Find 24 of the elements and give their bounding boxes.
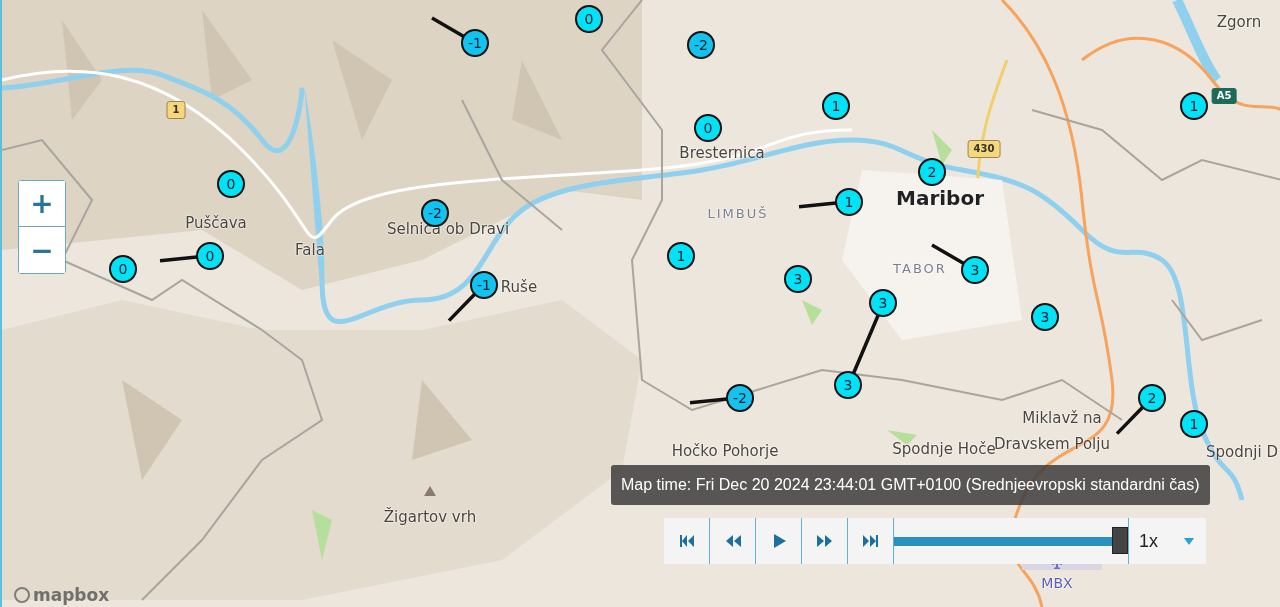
place-label: Žigartov vrh xyxy=(383,508,477,526)
place-label: Fala xyxy=(295,241,325,259)
logo-text: mapbox xyxy=(33,585,110,605)
place-label: Puščava xyxy=(185,214,247,232)
place-label: Maribor xyxy=(896,186,984,210)
place-label: Zgorn xyxy=(1216,13,1262,31)
caret-icon xyxy=(1184,537,1194,545)
place-label: MBX xyxy=(1041,575,1073,591)
timeline-slider[interactable] xyxy=(894,518,1129,564)
place-label: TABOR xyxy=(893,260,947,276)
road-number-sign: A5 xyxy=(1211,88,1237,104)
place-label: LIMBUŠ xyxy=(707,205,769,221)
road-number-sign: 1 xyxy=(166,101,186,119)
map-time-tooltip: Map time: Fri Dec 20 2024 23:44:01 GMT+0100 (Srednjeevropski standardni čas) xyxy=(611,465,1210,505)
place-label: Ruše xyxy=(500,278,538,296)
place-label: Dravskem Polju xyxy=(994,435,1110,453)
place-label: Miklavž na xyxy=(1022,409,1102,427)
zoom-in-button[interactable]: + xyxy=(19,181,65,227)
road-number-sign: 430 xyxy=(967,140,1001,158)
slider-handle[interactable] xyxy=(1112,527,1128,554)
place-label: Bresternica xyxy=(679,144,765,162)
place-label: Hočko Pohorje xyxy=(671,442,779,460)
mountain-peak-icon xyxy=(424,486,436,496)
place-label: Spodnje Hoče xyxy=(892,440,996,458)
